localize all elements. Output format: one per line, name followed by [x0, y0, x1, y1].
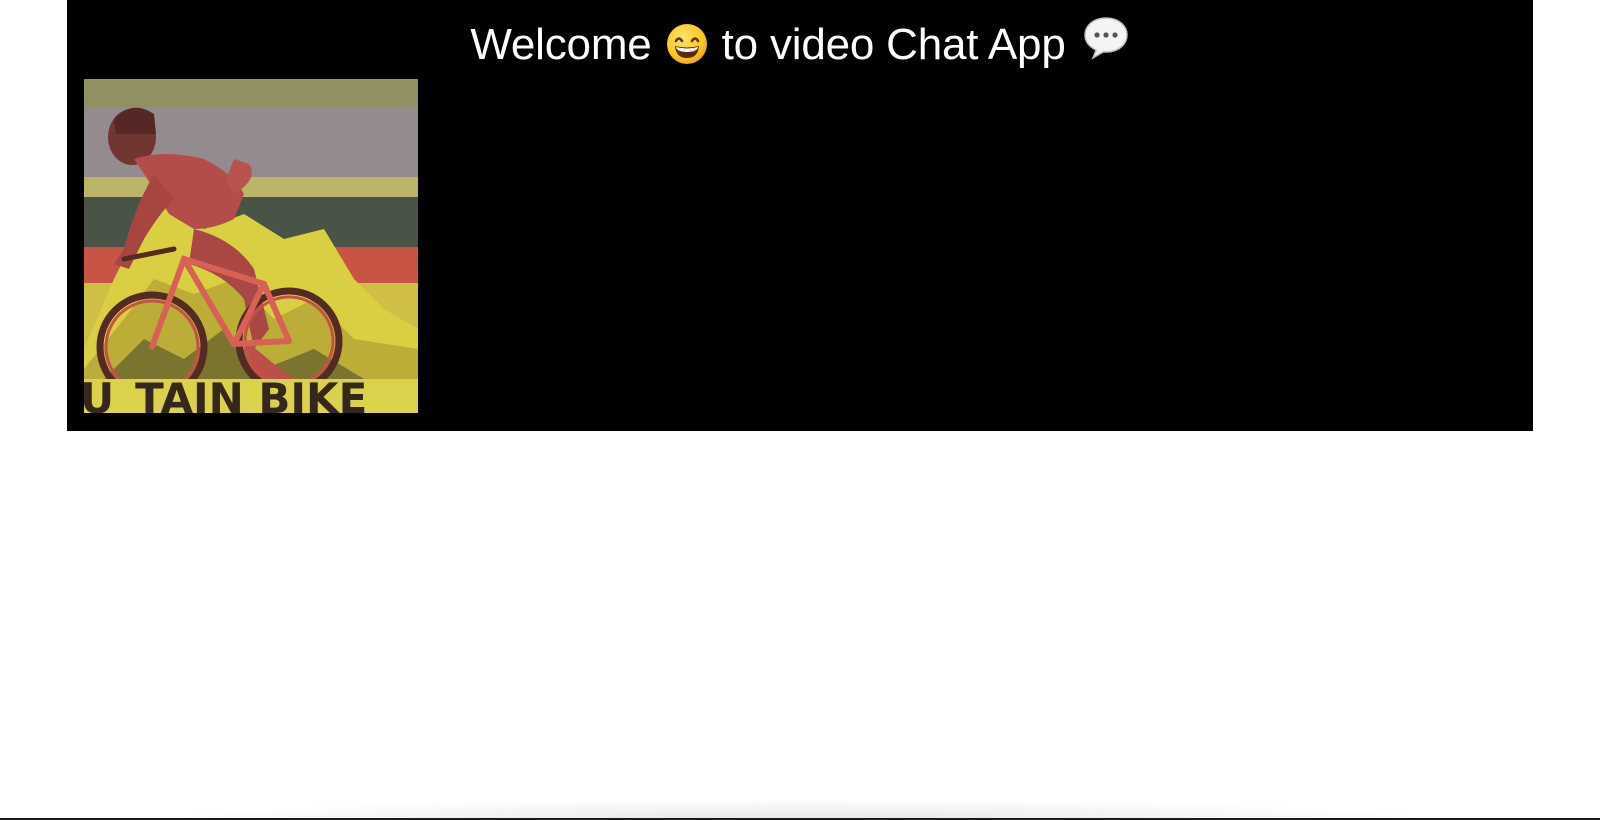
local-video-feed: U_TAIN BIKE	[84, 79, 418, 413]
title-welcome-text: Welcome	[470, 20, 652, 69]
title-app-text: to video Chat App	[721, 20, 1066, 69]
page: Welcome to video Chat App U_TAIN BIKE	[0, 0, 1600, 820]
page-title: Welcome to video Chat App	[67, 14, 1533, 76]
speech-balloon-icon	[1083, 17, 1128, 60]
video-chat-panel: Welcome to video Chat App U_TAIN BIKE	[67, 0, 1533, 431]
window-bottom-shadow	[190, 800, 1410, 820]
grinning-face-icon	[666, 24, 707, 64]
video-frame-image: U_TAIN BIKE	[84, 79, 418, 413]
